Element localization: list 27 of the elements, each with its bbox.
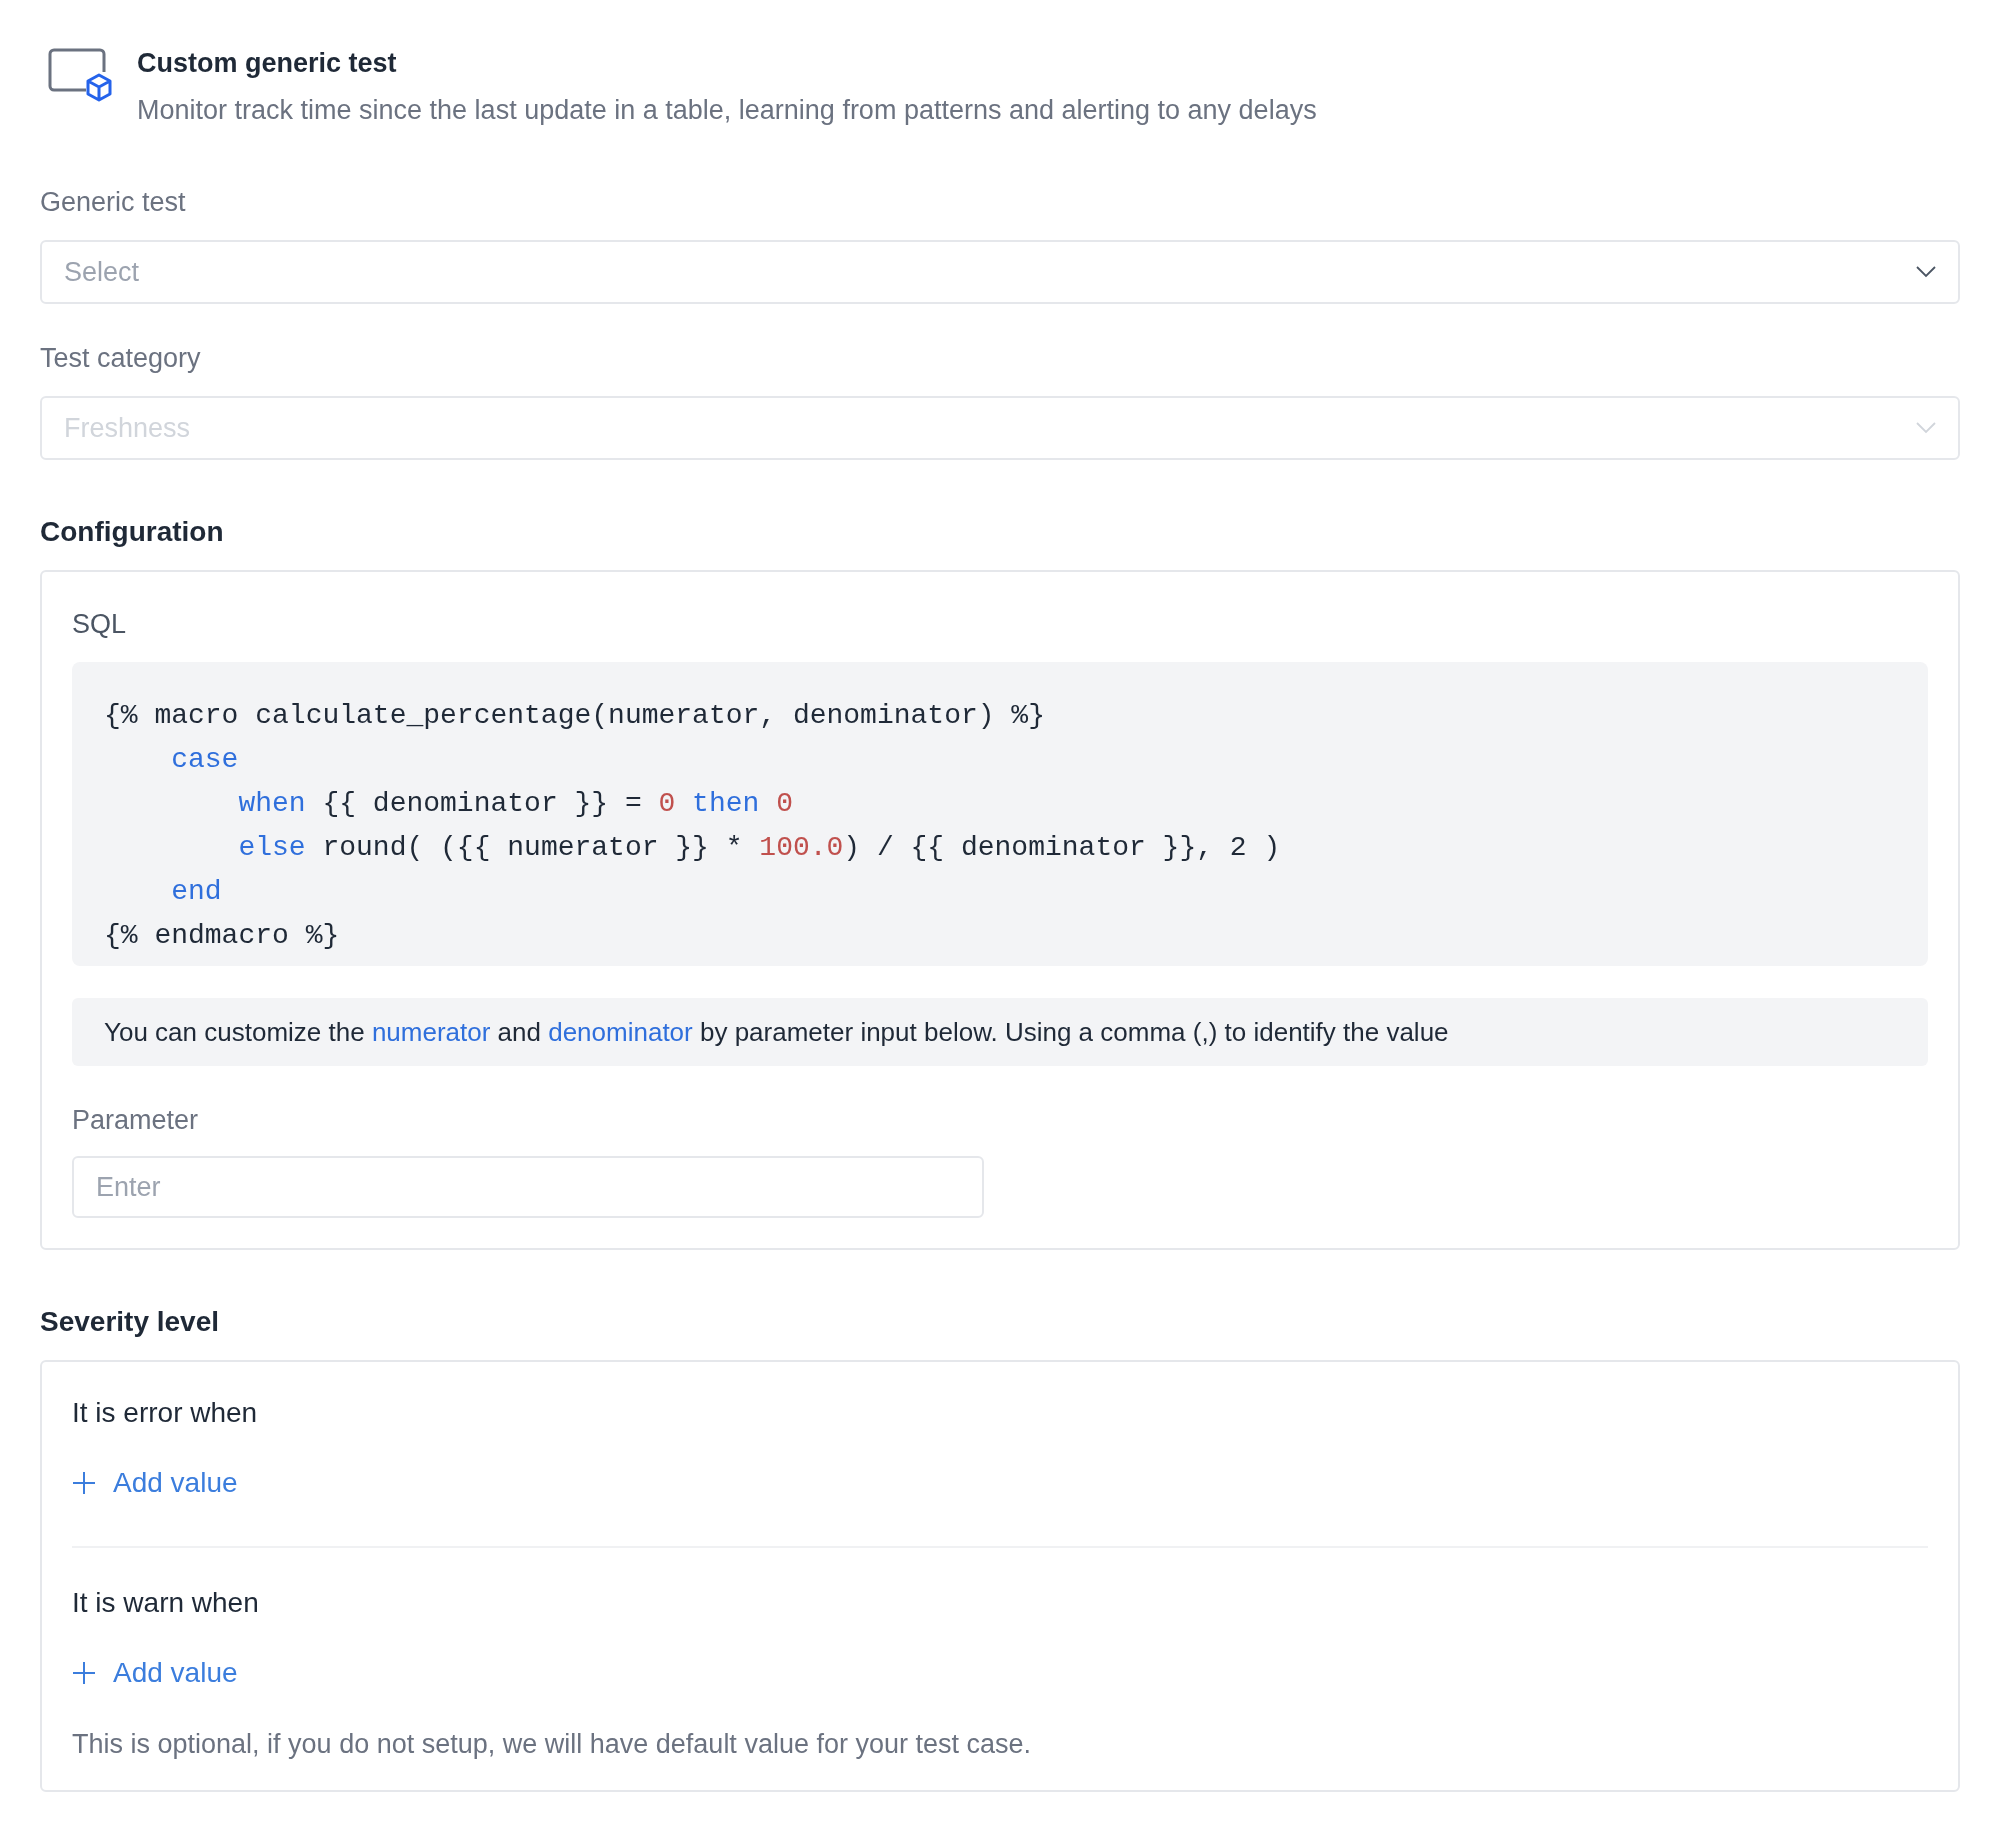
section-heading: Configuration [40, 516, 225, 548]
add-value-button[interactable]: Add value [72, 1656, 238, 1690]
monitor-cube-icon [48, 48, 112, 104]
code-line: case [170, 743, 239, 777]
parameter-input[interactable]: Enter [72, 1156, 984, 1218]
plus-icon [72, 1661, 96, 1685]
code-line: else round( ({{ numerator }} * 100.0) / {{ denominator }}, 2 ) [237, 831, 1281, 865]
section-heading: Severity level [40, 1306, 221, 1338]
condition-label: It is error when [72, 1396, 259, 1430]
code-line: {% macro calculate_percentage(numerator, denominator) %} [104, 699, 1045, 733]
add-value-button[interactable]: Add value [72, 1466, 238, 1500]
field-label: Test category [40, 342, 202, 374]
chevron-down-icon [1916, 266, 1936, 278]
plus-icon [72, 1471, 96, 1495]
code-line: {% endmacro %} [104, 919, 340, 953]
sql-label: SQL [72, 608, 128, 640]
code-line: end [170, 875, 222, 909]
page-description: Monitor track time since the last update in a table, learning from patterns and alerting to any delays [137, 94, 1317, 126]
helper-text: This is optional, if you do not setup, we will have default value for your test case. [72, 1728, 1032, 1760]
select-field[interactable]: Select [40, 240, 1960, 304]
info-note: You can customize the numerator and denominator by parameter input below. Using a comma (,) to identify the value [72, 998, 1928, 1066]
page-title: Custom generic test [137, 48, 398, 78]
condition-label: It is warn when [72, 1586, 260, 1620]
field-label: Generic test [40, 186, 187, 218]
field-label: Parameter [72, 1104, 200, 1136]
chevron-down-icon [1916, 422, 1936, 434]
code-line: when {{ denominator }} = 0 then 0 [237, 787, 793, 821]
